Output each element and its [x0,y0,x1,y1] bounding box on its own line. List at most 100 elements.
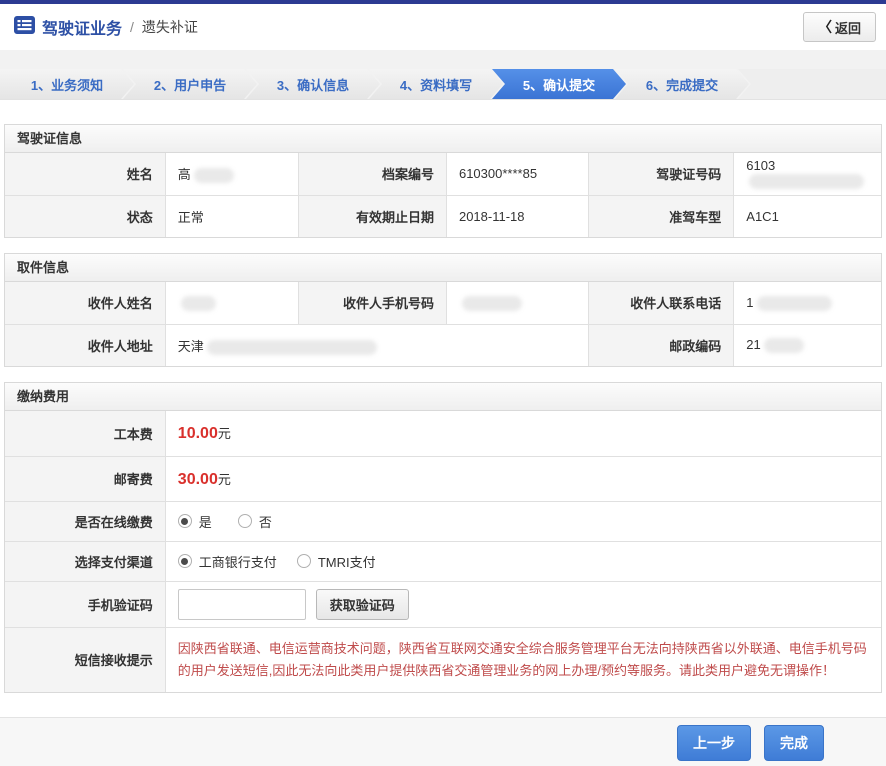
recipient-name-value [165,282,298,324]
breadcrumb-separator: / [130,19,134,35]
status-label: 状态 [5,195,165,237]
table-row: 状态 正常 有效期止日期 2018-11-18 准驾车型 A1C1 [5,195,881,237]
payment-title: 缴纳费用 [5,383,881,411]
name-label: 姓名 [5,153,165,195]
page-subtitle: 遗失补证 [142,17,198,37]
pickup-info-table: 收件人姓名 收件人手机号码 收件人联系电话 1 收件人地址 天津 邮政编码 21 [5,282,881,366]
finish-button[interactable]: 完成 [764,725,824,761]
sms-notice-label: 短信接收提示 [5,627,165,692]
radio-unselected-icon [238,514,252,528]
radio-selected-icon [178,554,192,568]
wizard-band: 1、业务须知 2、用户申告 3、确认信息 4、资料填写 5、确认提交 6、完成提… [0,50,886,100]
redacted-value [757,296,832,311]
payment-section: 缴纳费用 工本费 10.00元 邮寄费 30.00元 是否在线缴费 [4,382,882,693]
recipient-phone-value: 1 [734,282,881,324]
sms-code-input[interactable] [178,589,306,620]
table-row: 工本费 10.00元 [5,411,881,456]
sms-notice-text: 因陕西省联通、电信运营商技术问题，陕西省互联网交通安全综合服务管理平台无法向持陕… [178,638,867,682]
previous-step-button[interactable]: 上一步 [677,725,751,761]
payment-channel-options: 工商银行支付 TMRI支付 [165,541,881,581]
online-payment-options: 是 否 [165,501,881,541]
recipient-address-value: 天津 [165,324,588,366]
fee-unit: 元 [218,426,231,441]
radio-online-yes[interactable]: 是 [178,512,212,531]
status-value: 正常 [165,195,298,237]
license-info-section: 驾驶证信息 姓名 高 档案编号 610300****85 驾驶证号码 6103 … [4,124,882,238]
postage-fee-label: 邮寄费 [5,456,165,501]
fee-unit: 元 [218,472,231,487]
fee-amount: 30.00 [178,471,218,488]
payment-channel-label: 选择支付渠道 [5,541,165,581]
postal-code-label: 邮政编码 [588,324,733,366]
recipient-name-label: 收件人姓名 [5,282,165,324]
file-no-label: 档案编号 [298,153,446,195]
license-no-value: 6103 [734,153,881,195]
redacted-value [764,338,804,353]
step-5-confirm-submit: 5、确认提交 [492,69,626,99]
license-no-label: 驾驶证号码 [588,153,733,195]
recipient-address-label: 收件人地址 [5,324,165,366]
radio-selected-icon [178,514,192,528]
radio-online-no[interactable]: 否 [238,512,272,531]
license-info-table: 姓名 高 档案编号 610300****85 驾驶证号码 6103 状态 正常 … [5,153,881,237]
redacted-value [462,296,522,311]
recipient-phone-label: 收件人联系电话 [588,282,733,324]
radio-label: 否 [259,512,272,531]
step-1-business-notice: 1、业务须知 [0,69,134,99]
vehicle-type-label: 准驾车型 [588,195,733,237]
postal-code-value: 21 [734,324,881,366]
get-code-button[interactable]: 获取验证码 [316,589,409,620]
page-title[interactable]: 驾驶证业务 [42,15,122,39]
vehicle-type-value: A1C1 [734,195,881,237]
back-button-label: 返回 [835,18,861,37]
step-3-confirm-info: 3、确认信息 [246,69,380,99]
recipient-mobile-label: 收件人手机号码 [298,282,446,324]
redacted-value [749,174,864,189]
license-business-icon [14,16,35,39]
radio-unselected-icon [297,554,311,568]
radio-channel-icbc[interactable]: 工商银行支付 [178,552,277,571]
postage-fee-value: 30.00元 [165,456,881,501]
back-chevron-icon: 〈 [818,17,832,37]
sms-code-cell: 获取验证码 [165,581,881,627]
table-row: 选择支付渠道 工商银行支付 TMRI支付 [5,541,881,581]
step-wizard: 1、业务须知 2、用户申告 3、确认信息 4、资料填写 5、确认提交 6、完成提… [0,69,886,99]
breadcrumb: 驾驶证业务 / 遗失补证 [14,15,198,39]
step-4-fill-data: 4、资料填写 [369,69,503,99]
back-button[interactable]: 〈 返回 [803,12,876,42]
redacted-value [207,340,377,355]
fee-amount: 10.00 [178,425,218,442]
file-no-value: 610300****85 [446,153,588,195]
page-header: 驾驶证业务 / 遗失补证 〈 返回 [0,4,886,50]
table-row: 手机验证码 获取验证码 [5,581,881,627]
table-row: 收件人姓名 收件人手机号码 收件人联系电话 1 [5,282,881,324]
valid-until-label: 有效期止日期 [298,195,446,237]
payment-table: 工本费 10.00元 邮寄费 30.00元 是否在线缴费 是 [5,411,881,692]
redacted-value [181,296,216,311]
pickup-info-title: 取件信息 [5,254,881,282]
radio-label: TMRI支付 [318,552,376,571]
radio-label: 工商银行支付 [199,552,277,571]
sms-code-label: 手机验证码 [5,581,165,627]
step-2-user-declaration: 2、用户申告 [123,69,257,99]
name-value: 高 [165,153,298,195]
production-fee-label: 工本费 [5,411,165,456]
production-fee-value: 10.00元 [165,411,881,456]
table-row: 是否在线缴费 是 否 [5,501,881,541]
table-row: 姓名 高 档案编号 610300****85 驾驶证号码 6103 [5,153,881,195]
recipient-mobile-value [446,282,588,324]
table-row: 邮寄费 30.00元 [5,456,881,501]
table-row: 收件人地址 天津 邮政编码 21 [5,324,881,366]
main-content: 驾驶证信息 姓名 高 档案编号 610300****85 驾驶证号码 6103 … [0,100,886,693]
footer-action-bar: 上一步 完成 [0,717,886,766]
step-filler [738,69,886,99]
online-payment-label: 是否在线缴费 [5,501,165,541]
license-info-title: 驾驶证信息 [5,125,881,153]
table-row: 短信接收提示 因陕西省联通、电信运营商技术问题，陕西省互联网交通安全综合服务管理… [5,627,881,692]
sms-notice-cell: 因陕西省联通、电信运营商技术问题，陕西省互联网交通安全综合服务管理平台无法向持陕… [165,627,881,692]
redacted-value [194,168,234,183]
radio-label: 是 [199,512,212,531]
pickup-info-section: 取件信息 收件人姓名 收件人手机号码 收件人联系电话 1 收件人地址 天津 邮政… [4,253,882,367]
valid-until-value: 2018-11-18 [446,195,588,237]
radio-channel-tmri[interactable]: TMRI支付 [297,552,376,571]
